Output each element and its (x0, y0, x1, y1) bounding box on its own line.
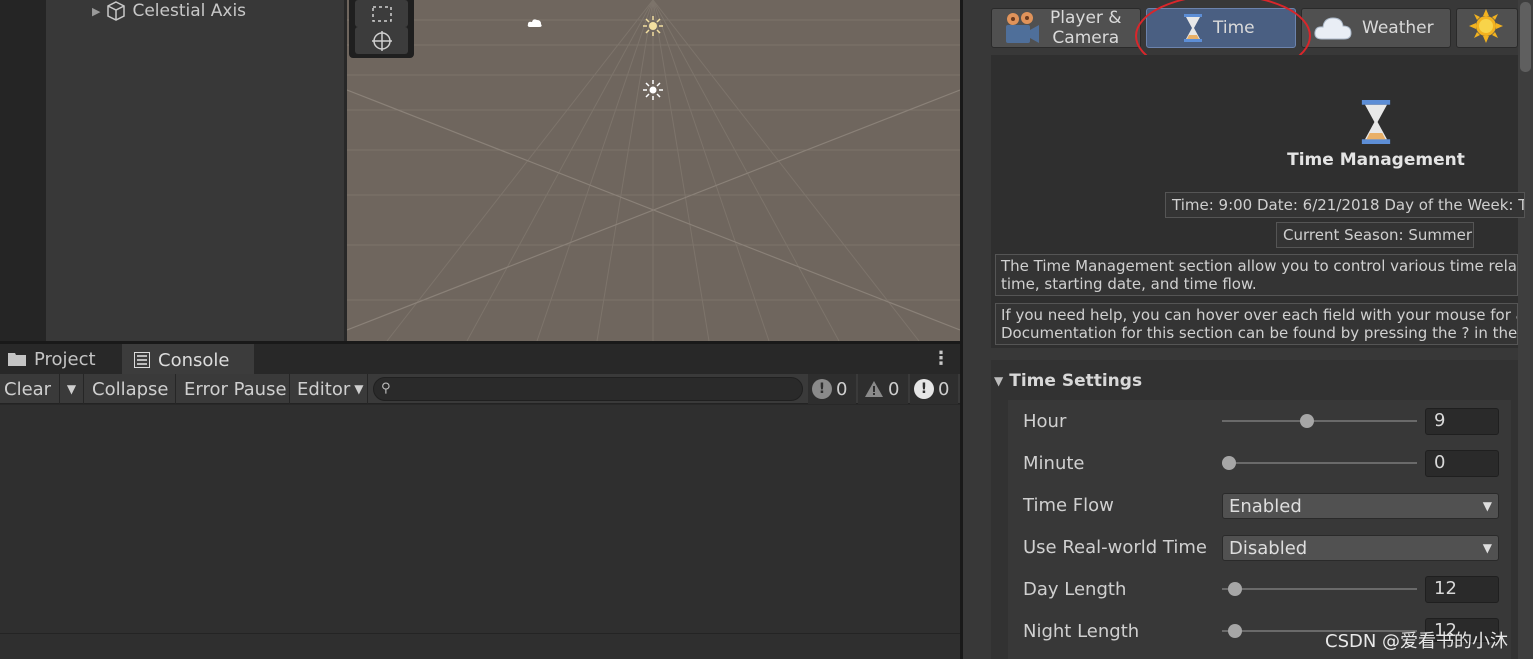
transform-tool-button[interactable] (355, 27, 408, 54)
info-count-toggle[interactable]: ! 0 (808, 374, 856, 404)
console-detail-area (0, 633, 960, 659)
hour-label: Hour (1023, 411, 1067, 432)
tab-project-label: Project (34, 348, 96, 370)
watermark: CSDN @爱看书的小沐 (1325, 631, 1509, 652)
scene-grid (347, 0, 960, 341)
expand-arrow-icon[interactable]: ▶ (92, 5, 100, 18)
inspector-scrollbar-thumb[interactable] (1520, 2, 1531, 72)
light-gizmo-icon (643, 80, 663, 104)
hour-slider-knob[interactable] (1300, 414, 1314, 428)
warning-count-toggle[interactable]: 0 (858, 374, 908, 404)
foldout-arrow-icon: ▼ (994, 374, 1004, 388)
section-title: Time Management (1287, 150, 1465, 170)
editor-dropdown-label: Editor (297, 378, 351, 400)
day-length-slider-knob[interactable] (1227, 582, 1242, 596)
hierarchy-item-label: Celestial Axis (132, 1, 247, 21)
collapse-button[interactable]: Collapse (84, 374, 176, 404)
hierarchy-side-strip (0, 0, 46, 342)
season-readout: Current Season: Summer (1276, 222, 1474, 248)
day-length-label: Day Length (1023, 579, 1127, 600)
cloud-icon (1314, 15, 1352, 41)
real-world-time-label: Use Real-world Time (1023, 537, 1207, 558)
day-length-slider-track[interactable] (1222, 588, 1417, 590)
info-icon: ! (812, 379, 832, 399)
minute-slider-knob[interactable] (1222, 456, 1236, 470)
tab-player-camera[interactable]: Player & Camera (991, 8, 1141, 48)
time-flow-value: Enabled (1229, 495, 1302, 517)
tab-project[interactable]: Project (0, 344, 120, 374)
chevron-down-icon: ▼ (354, 382, 364, 396)
sun-icon (1469, 8, 1503, 48)
transform-tool-icon (371, 30, 392, 51)
help-box-description: The Time Management section allow you to… (995, 254, 1518, 296)
rect-tool-button[interactable] (355, 0, 408, 27)
hour-field[interactable]: 9 (1425, 408, 1499, 435)
error-pause-button[interactable]: Error Pause (176, 374, 290, 404)
scene-tool-palette (349, 0, 414, 58)
tab-console[interactable]: Console (122, 344, 254, 374)
hour-slider-track[interactable] (1222, 420, 1417, 422)
tab-celestial[interactable] (1456, 8, 1518, 48)
console-log-list[interactable] (0, 405, 960, 633)
minute-label: Minute (1023, 453, 1085, 474)
time-flow-dropdown[interactable]: Enabled ▼ (1222, 493, 1499, 519)
time-date-readout: Time: 9:00 Date: 6/21/2018 Day of the We… (1165, 192, 1525, 218)
hierarchy-panel (46, 0, 344, 342)
time-management-hourglass-icon (1359, 100, 1393, 148)
tab-console-label: Console (158, 349, 230, 371)
camera-icon (1004, 11, 1040, 45)
scene-view[interactable] (347, 0, 960, 341)
search-icon: ⚲ (381, 381, 391, 396)
info-count: 0 (836, 378, 848, 400)
clear-button[interactable]: Clear (0, 374, 60, 404)
error-count: 0 (938, 378, 950, 400)
warning-icon (864, 380, 884, 398)
minute-field[interactable]: 0 (1425, 450, 1499, 477)
night-length-label: Night Length (1023, 621, 1140, 642)
minute-slider-track[interactable] (1222, 462, 1417, 464)
help-box-tooltip-info: If you need help, you can hover over eac… (995, 303, 1518, 345)
rect-tool-icon (371, 5, 392, 22)
time-flow-label: Time Flow (1023, 495, 1114, 516)
warning-count: 0 (888, 378, 900, 400)
real-world-time-dropdown[interactable]: Disabled ▼ (1222, 535, 1499, 561)
cloud-gizmo-icon (527, 14, 543, 33)
inspector-scrollbar[interactable] (1518, 0, 1533, 659)
error-icon: ! (914, 379, 934, 399)
night-length-slider-knob[interactable] (1227, 624, 1242, 638)
console-search-input[interactable] (373, 377, 803, 401)
real-world-time-value: Disabled (1229, 537, 1308, 559)
error-count-toggle[interactable]: ! 0 (910, 374, 958, 404)
day-length-field[interactable]: 12 (1425, 576, 1499, 603)
editor-dropdown[interactable]: Editor ▼ (290, 374, 368, 404)
gameobject-cube-icon (106, 1, 126, 21)
more-options-icon[interactable]: ⋮ (932, 348, 950, 369)
chevron-down-icon: ▼ (1482, 541, 1492, 555)
tab-player-camera-label: Player & Camera (1050, 8, 1122, 48)
sun-gizmo-icon (643, 16, 663, 40)
clear-options-dropdown-icon[interactable]: ▼ (60, 374, 84, 404)
hierarchy-item-celestial-axis[interactable]: ▶ Celestial Axis (92, 0, 246, 22)
console-icon (134, 352, 150, 368)
tab-weather-label: Weather (1362, 18, 1434, 38)
time-settings-foldout[interactable]: ▼ Time Settings (994, 371, 1142, 391)
time-settings-title: Time Settings (1009, 371, 1143, 391)
chevron-down-icon: ▼ (1482, 499, 1492, 513)
console-tab-bar: Project Console (0, 344, 960, 374)
tab-weather[interactable]: Weather (1301, 8, 1451, 48)
folder-icon (8, 352, 26, 366)
